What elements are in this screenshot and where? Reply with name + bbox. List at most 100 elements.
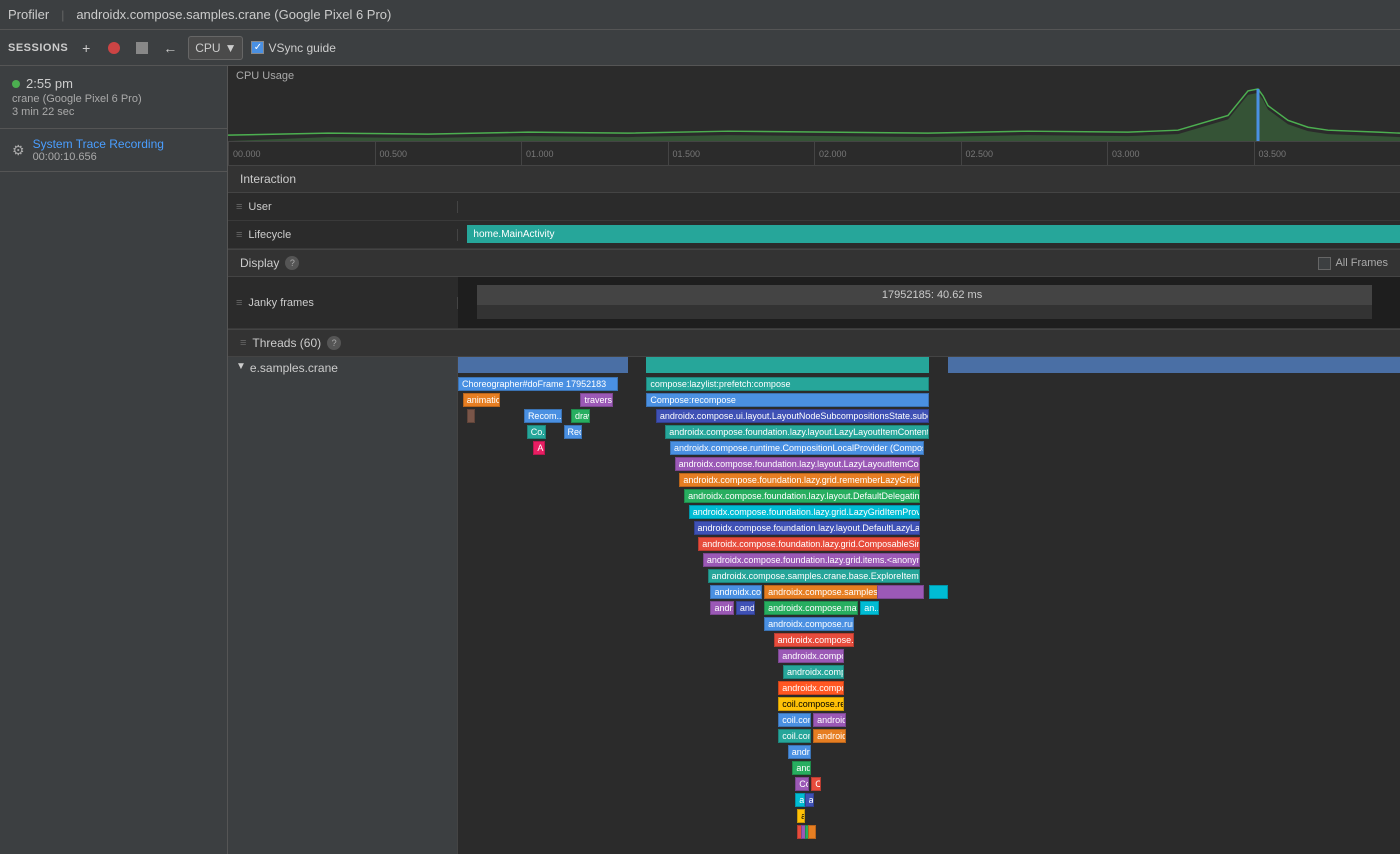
flame-block-34[interactable]: androidx.compose.u...: [813, 713, 846, 727]
flame-block-31[interactable]: androidx.compose.samples.crane.base.Expl…: [778, 681, 844, 695]
display-title: Display: [240, 256, 279, 270]
flame-block-bottom-4[interactable]: [808, 825, 816, 839]
ruler-tick-7: 03.500: [1254, 142, 1400, 165]
flame-block-6[interactable]: Co...: [527, 425, 546, 439]
flame-block-19[interactable]: androidx.compose.foundation.lazy.grid.it…: [703, 553, 920, 567]
flame-right-2[interactable]: [929, 585, 948, 599]
lifecycle-row-content: home.MainActivity: [458, 221, 1400, 248]
flame-block-7[interactable]: Rec...: [564, 425, 583, 439]
flame-block-17[interactable]: androidx.compose.foundation.lazy.layout.…: [694, 521, 920, 535]
ruler-tick-6: 03.000: [1107, 142, 1254, 165]
flame-block-13[interactable]: androidx.compose.foundation.lazy.layout.…: [675, 457, 920, 471]
flame-block-14[interactable]: androidx.compose.foundation.lazy.grid.re…: [679, 473, 919, 487]
title-profiler: Profiler: [8, 7, 49, 22]
flame-right-1[interactable]: [877, 585, 924, 599]
back-button[interactable]: ←: [160, 38, 180, 58]
stop-button[interactable]: [132, 38, 152, 58]
flame-block-41[interactable]: an...: [795, 793, 804, 807]
gear-icon: ⚙: [12, 142, 25, 159]
flame-block-0[interactable]: Choreographer#doFrame 17952183: [458, 377, 618, 391]
arrow-left-icon: ←: [163, 40, 177, 56]
threads-body: ▼ e.samples.crane Choreographer#doFrame …: [228, 357, 1400, 854]
add-session-button[interactable]: +: [76, 38, 96, 58]
session-time: 2:55 pm: [12, 76, 215, 91]
session-device: crane (Google Pixel 6 Pro): [12, 93, 215, 105]
flame-block-8[interactable]: A...: [533, 441, 544, 455]
flame-block-anim-sub[interactable]: [467, 409, 475, 423]
hamburger-icon[interactable]: ≡: [236, 201, 242, 213]
help-icon[interactable]: ?: [285, 256, 299, 270]
trace-time: 00:00:10.656: [33, 151, 215, 163]
flame-block-5[interactable]: draw: [571, 409, 590, 423]
ruler-tick-0: 00.000: [228, 142, 375, 165]
flame-block-4[interactable]: Recom...: [524, 409, 562, 423]
user-row-content: [458, 193, 1400, 220]
toolbar: SESSIONS + ← CPU ▼ ✓ VSync guide: [0, 30, 1400, 66]
flame-block-39[interactable]: Com...: [795, 777, 809, 791]
interaction-section: Interaction ≡ User ≡ Lifecycle home.Main…: [228, 166, 1400, 250]
title-separator: |: [61, 8, 64, 22]
threads-title: Threads (60): [252, 336, 321, 350]
plus-icon: +: [82, 41, 90, 55]
title-app: androidx.compose.samples.crane (Google P…: [76, 7, 391, 22]
flame-block-11[interactable]: androidx.compose.foundation.lazy.layout.…: [665, 425, 929, 439]
janky-frames-content: 17952185: 40.62 ms: [458, 277, 1400, 328]
flame-block-35[interactable]: coil.compose.r...: [778, 729, 811, 743]
hamburger-icon-3[interactable]: ≡: [236, 297, 242, 309]
flame-block-33[interactable]: coil.compose.r...: [778, 713, 811, 727]
flame-block-38[interactable]: androidx.com...: [792, 761, 811, 775]
flame-block-26[interactable]: an...: [860, 601, 879, 615]
flame-block-9[interactable]: Compose:recompose: [646, 393, 929, 407]
flame-block-43[interactable]: a...: [797, 809, 805, 823]
sessions-label: SESSIONS: [8, 42, 68, 54]
flame-block-36[interactable]: androidx.compo...: [813, 729, 846, 743]
flame-block-40[interactable]: C...: [811, 777, 820, 791]
thread-header-bar-1: [458, 357, 628, 373]
janky-sub-bar: [477, 305, 1372, 319]
cpu-usage-label: CPU Usage: [236, 70, 294, 82]
flame-block-10[interactable]: androidx.compose.ui.layout.LayoutNodeSub…: [656, 409, 929, 423]
vsync-label: VSync guide: [268, 41, 335, 55]
cpu-dropdown[interactable]: CPU ▼: [188, 36, 243, 60]
flame-block-32[interactable]: coil.compose.rememberAsyncImagePainter (…: [778, 697, 844, 711]
all-frames-checkbox[interactable]: [1318, 257, 1331, 270]
flame-block-23[interactable]: andr...: [710, 601, 734, 615]
flame-block-27[interactable]: androidx.compose.runtime.CompositionLoca…: [764, 617, 853, 631]
flame-block-24[interactable]: andr...: [736, 601, 755, 615]
flame-block-42[interactable]: an...: [805, 793, 814, 807]
flame-block-16[interactable]: androidx.compose.foundation.lazy.grid.La…: [689, 505, 920, 519]
vsync-toggle[interactable]: ✓ VSync guide: [251, 41, 335, 55]
hamburger-icon-2[interactable]: ≡: [236, 229, 242, 241]
flame-block-18[interactable]: androidx.compose.foundation.lazy.grid.Co…: [698, 537, 919, 551]
flame-block-28[interactable]: androidx.compose.material.Surface.<anony…: [774, 633, 854, 647]
threads-help-icon[interactable]: ?: [327, 336, 341, 350]
collapse-icon[interactable]: ▼: [236, 361, 246, 372]
ruler-tick-4: 02.000: [814, 142, 961, 165]
flame-block-12[interactable]: androidx.compose.runtime.CompositionLoca…: [670, 441, 924, 455]
flame-block-15[interactable]: androidx.compose.foundation.lazy.layout.…: [684, 489, 920, 503]
flame-block-30[interactable]: androidx.compose.samples.crane.base.Expl…: [783, 665, 844, 679]
timeline-ruler: 00.000 00.500 01.000 01.500 02.000 02.50…: [228, 141, 1400, 165]
flame-chart: Choreographer#doFrame 17952183 compose:l…: [458, 357, 1400, 854]
threads-hamburger[interactable]: ≡: [240, 337, 246, 349]
ruler-tick-2: 01.000: [521, 142, 668, 165]
interaction-user-row: ≡ User: [228, 193, 1400, 221]
all-frames-toggle: All Frames: [1318, 257, 1388, 270]
janky-frames-row: ≡ Janky frames 17952185: 40.62 ms: [228, 277, 1400, 329]
flame-block-2[interactable]: animation: [463, 393, 501, 407]
content-area: CPU Usage 00.000 00.500 01.000 01.500 02…: [228, 66, 1400, 854]
threads-section: ≡ Threads (60) ? ▼ e.samples.crane: [228, 330, 1400, 854]
record-button[interactable]: [104, 38, 124, 58]
display-section: Display ? All Frames ≡ Janky frames 17: [228, 250, 1400, 330]
vsync-checkbox[interactable]: ✓: [251, 41, 264, 54]
flame-block-37[interactable]: androidx.compo...: [788, 745, 812, 759]
flame-block-1[interactable]: compose:lazylist:prefetch:compose: [646, 377, 929, 391]
flame-block-25[interactable]: androidx.compose.material.Surface (Surfa…: [764, 601, 858, 615]
trace-recording-item[interactable]: ⚙ System Trace Recording 00:00:10.656: [0, 129, 227, 172]
ruler-tick-3: 01.500: [668, 142, 815, 165]
flame-block-20[interactable]: androidx.compose.samples.crane.base.Expl…: [708, 569, 920, 583]
flame-block-29[interactable]: androidx.compose.samples.crane.base.Expl…: [778, 649, 844, 663]
user-row-label: User: [248, 201, 271, 213]
flame-block-21[interactable]: androidx.compose.ui.layout.m...: [710, 585, 762, 599]
flame-block-3[interactable]: traversal: [580, 393, 613, 407]
